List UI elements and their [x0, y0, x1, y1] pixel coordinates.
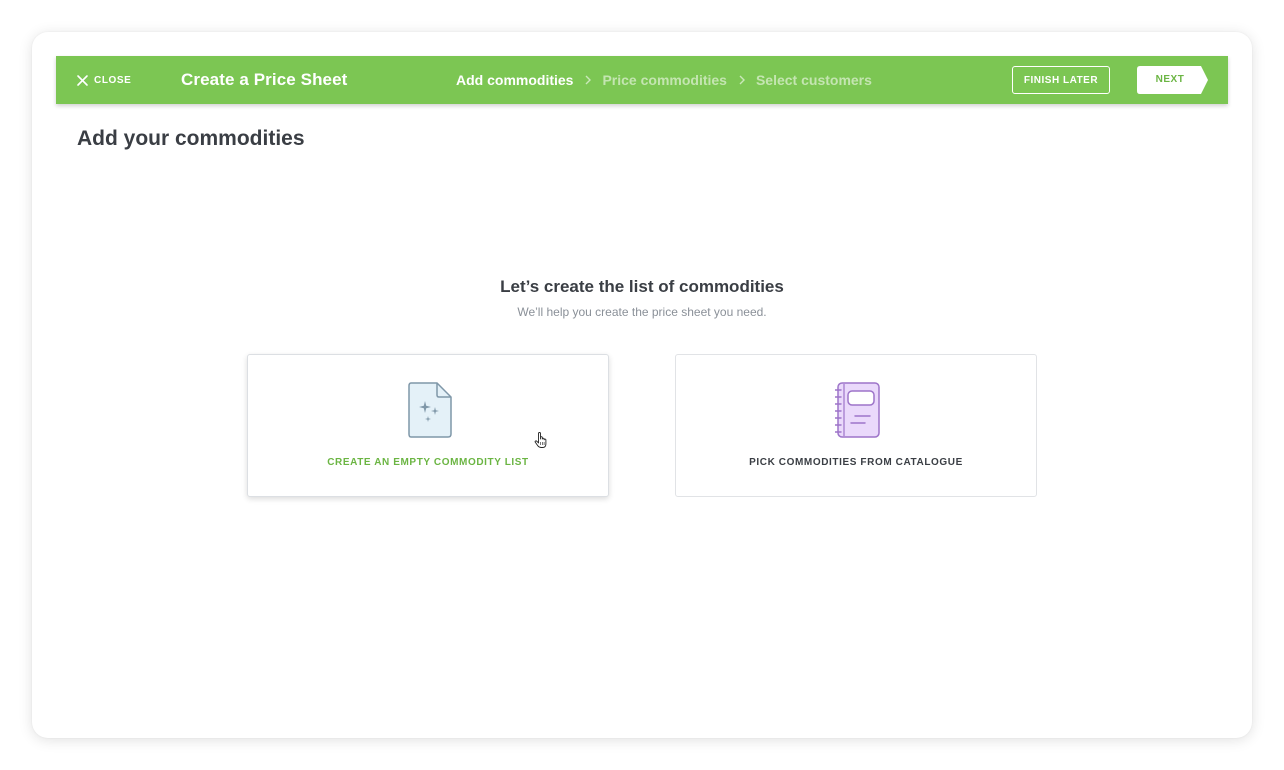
step-select-customers[interactable]: Select customers: [756, 72, 872, 88]
pick-from-catalogue-option[interactable]: PICK COMMODITIES FROM CATALOGUE: [675, 354, 1037, 497]
create-empty-list-option[interactable]: CREATE AN EMPTY COMMODITY LIST: [247, 354, 609, 497]
create-empty-list-label: CREATE AN EMPTY COMMODITY LIST: [327, 457, 529, 468]
page-title: Add your commodities: [77, 127, 305, 150]
app-window: CLOSE Create a Price Sheet Add commoditi…: [32, 32, 1252, 738]
empty-state-title: Let’s create the list of commodities: [500, 277, 784, 296]
next-label: NEXT: [1155, 74, 1185, 85]
close-button[interactable]: CLOSE: [76, 71, 131, 89]
wizard-steps-breadcrumb: Add commodities Price commodities Select…: [456, 72, 872, 88]
close-label: CLOSE: [94, 74, 132, 86]
pick-from-catalogue-label: PICK COMMODITIES FROM CATALOGUE: [749, 457, 963, 468]
chevron-right-icon: [585, 75, 592, 85]
chevron-right-icon: [739, 75, 745, 85]
wizard-title: Create a Price Sheet: [181, 70, 348, 89]
step-add-commodities[interactable]: Add commodities: [456, 72, 573, 88]
empty-state-subtitle: We’ll help you create the price sheet yo…: [517, 305, 767, 319]
finish-later-button[interactable]: FINISH LATER: [1012, 66, 1110, 94]
wizard-header: CLOSE Create a Price Sheet Add commoditi…: [56, 56, 1228, 104]
notebook-icon: [835, 382, 880, 438]
close-icon: [77, 74, 88, 86]
next-button[interactable]: NEXT: [1137, 66, 1209, 94]
sparkle-document-icon: [408, 382, 452, 438]
step-price-commodities[interactable]: Price commodities: [602, 72, 727, 88]
hand-pointer-cursor-icon: [534, 432, 547, 448]
